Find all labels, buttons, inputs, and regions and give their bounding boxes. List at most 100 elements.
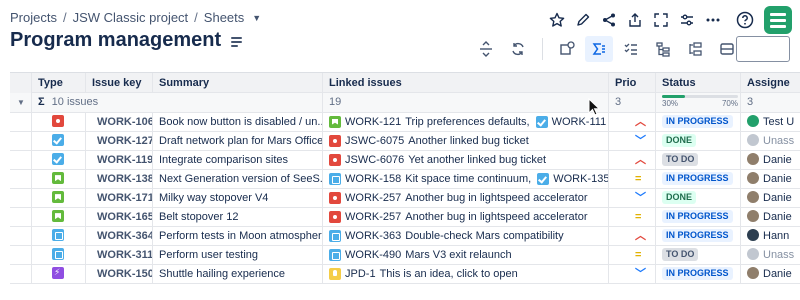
column-header-prio[interactable]: Prio bbox=[609, 73, 656, 93]
priority-cell[interactable]: ︿ bbox=[609, 113, 656, 132]
sum-icon[interactable] bbox=[585, 36, 613, 62]
issue-key[interactable]: WORK-106 bbox=[86, 113, 153, 132]
chevron-down-icon[interactable]: ▼ bbox=[252, 13, 261, 23]
linked-issues-cell[interactable]: WORK-490 Mars V3 exit relaunch bbox=[323, 246, 609, 265]
linked-issue[interactable]: JPD-1 This is an idea, click to open bbox=[329, 265, 518, 284]
status-cell[interactable]: IN PROGRESS bbox=[656, 227, 741, 246]
fullscreen-icon[interactable] bbox=[648, 7, 674, 33]
linked-issue[interactable]: WORK-158 Kit space time continuum, bbox=[329, 170, 531, 189]
group-icon[interactable] bbox=[681, 36, 709, 62]
priority-cell[interactable]: ﹀ bbox=[609, 189, 656, 208]
column-header-key[interactable]: Issue key bbox=[86, 73, 153, 93]
priority-cell[interactable]: ﹀ bbox=[609, 265, 656, 284]
linked-issue[interactable]: JSWC-6076 Yet another linked bug ticket bbox=[329, 151, 546, 170]
search-input[interactable] bbox=[736, 36, 790, 62]
add-field-icon[interactable] bbox=[553, 36, 581, 62]
issue-summary[interactable]: Book now button is disabled / un... bbox=[153, 113, 323, 132]
status-cell[interactable]: IN PROGRESS bbox=[656, 113, 741, 132]
table-row[interactable]: WORK-127 Draft network plan for Mars Offi… bbox=[10, 132, 800, 151]
linked-issues-cell[interactable]: WORK-257 Another bug in lightspeed accele… bbox=[323, 208, 609, 227]
priority-cell[interactable]: = bbox=[609, 246, 656, 265]
row-gutter[interactable] bbox=[10, 246, 32, 265]
hierarchy-icon[interactable] bbox=[649, 36, 677, 62]
help-icon[interactable] bbox=[732, 7, 758, 33]
assignee-cell[interactable]: Hann bbox=[741, 227, 800, 246]
share-icon[interactable] bbox=[596, 7, 622, 33]
breadcrumb-project[interactable]: JSW Classic project bbox=[73, 10, 189, 25]
linked-issues-cell[interactable]: JSWC-6075 Another linked bug ticket bbox=[323, 132, 609, 151]
issue-key[interactable]: WORK-119 bbox=[86, 151, 153, 170]
status-cell[interactable]: DONE bbox=[656, 189, 741, 208]
linked-issue[interactable]: WORK-490 Mars V3 exit relaunch bbox=[329, 246, 512, 265]
status-cell[interactable]: TO DO bbox=[656, 246, 741, 265]
linked-issue[interactable]: WORK-257 Another bug in lightspeed accele… bbox=[329, 189, 587, 208]
issue-key[interactable]: WORK-171 bbox=[86, 189, 153, 208]
collapse-chevron-icon[interactable]: ▼ bbox=[10, 93, 32, 112]
menu-icon[interactable] bbox=[231, 36, 243, 47]
row-gutter[interactable] bbox=[10, 170, 32, 189]
linked-issues-cell[interactable]: WORK-158 Kit space time continuum, WORK-13… bbox=[323, 170, 609, 189]
star-icon[interactable] bbox=[544, 7, 570, 33]
issue-key[interactable]: WORK-150 bbox=[86, 265, 153, 284]
table-row[interactable]: WORK-364 Perform tests in Moon atmosphere… bbox=[10, 227, 800, 246]
issue-summary[interactable]: Milky way stopover V4 bbox=[153, 189, 323, 208]
app-logo[interactable] bbox=[764, 6, 792, 34]
table-row[interactable]: WORK-106 Book now button is disabled / un… bbox=[10, 113, 800, 132]
table-row[interactable]: WORK-165 Belt stopover 12 WORK-257 Another … bbox=[10, 208, 800, 227]
linked-issue[interactable]: WORK-363 Double-check Mars compatibility bbox=[329, 227, 564, 246]
issue-key[interactable]: WORK-165 bbox=[86, 208, 153, 227]
column-header-type[interactable]: Type bbox=[32, 73, 86, 93]
row-gutter[interactable] bbox=[10, 151, 32, 170]
more-icon[interactable] bbox=[700, 7, 726, 33]
column-header-linked[interactable]: Linked issues bbox=[323, 73, 609, 93]
refresh-icon[interactable] bbox=[504, 36, 532, 62]
checklist-icon[interactable] bbox=[617, 36, 645, 62]
priority-cell[interactable]: = bbox=[609, 170, 656, 189]
assignee-cell[interactable]: Unass bbox=[741, 246, 800, 265]
table-row[interactable]: WORK-150Shuttle hailing experience JPD-1T… bbox=[10, 265, 800, 284]
priority-cell[interactable]: ︿ bbox=[609, 151, 656, 170]
issue-summary[interactable]: Perform user testing bbox=[153, 246, 323, 265]
linked-issue[interactable]: WORK-257 Another bug in lightspeed accele… bbox=[329, 208, 587, 227]
status-cell[interactable]: DONE bbox=[656, 132, 741, 151]
export-icon[interactable] bbox=[622, 7, 648, 33]
assignee-cell[interactable]: Unass bbox=[741, 132, 800, 151]
linked-issue[interactable]: WORK-135Re... bbox=[537, 170, 608, 189]
status-cell[interactable]: IN PROGRESS bbox=[656, 265, 741, 284]
priority-cell[interactable]: = bbox=[609, 208, 656, 227]
linked-issue[interactable]: WORK-121 Trip preferences defaults, bbox=[329, 113, 530, 132]
issue-key[interactable]: WORK-138 bbox=[86, 170, 153, 189]
linked-issues-cell[interactable]: JSWC-6076 Yet another linked bug ticket bbox=[323, 151, 609, 170]
column-header-summary[interactable]: Summary bbox=[153, 73, 323, 93]
issue-summary[interactable]: Shuttle hailing experience bbox=[153, 265, 323, 284]
column-header-status[interactable]: Status bbox=[656, 73, 741, 93]
assignee-cell[interactable]: Danie bbox=[741, 265, 800, 284]
issue-summary[interactable]: Next Generation version of SeeS... bbox=[153, 170, 323, 189]
assignee-cell[interactable]: Danie bbox=[741, 170, 800, 189]
row-gutter[interactable] bbox=[10, 132, 32, 151]
assignee-cell[interactable]: Danie bbox=[741, 151, 800, 170]
linked-issues-cell[interactable]: WORK-121 Trip preferences defaults, WORK-1… bbox=[323, 113, 609, 132]
table-row[interactable]: WORK-119 Integrate comparison sites JSWC-6… bbox=[10, 151, 800, 170]
assignee-cell[interactable]: Danie bbox=[741, 208, 800, 227]
issue-summary[interactable]: Perform tests in Moon atmosphere bbox=[153, 227, 323, 246]
linked-issue[interactable]: JSWC-6075 Another linked bug ticket bbox=[329, 132, 529, 151]
row-height-icon[interactable] bbox=[472, 36, 500, 62]
row-gutter[interactable] bbox=[10, 113, 32, 132]
issue-key[interactable]: WORK-311 bbox=[86, 246, 153, 265]
priority-cell[interactable]: ︿ bbox=[609, 227, 656, 246]
issue-summary[interactable]: Draft network plan for Mars Office bbox=[153, 132, 323, 151]
issue-summary[interactable]: Integrate comparison sites bbox=[153, 151, 323, 170]
row-gutter[interactable] bbox=[10, 189, 32, 208]
issue-summary[interactable]: Belt stopover 12 bbox=[153, 208, 323, 227]
settings-sliders-icon[interactable] bbox=[674, 7, 700, 33]
linked-issues-cell[interactable]: JPD-1 This is an idea, click to open bbox=[323, 265, 609, 284]
assignee-cell[interactable]: Danie bbox=[741, 189, 800, 208]
row-gutter[interactable] bbox=[10, 265, 32, 284]
table-row[interactable]: WORK-311 Perform user testing WORK-490 Mars… bbox=[10, 246, 800, 265]
column-header-assignee[interactable]: Assigne bbox=[741, 73, 800, 93]
issue-key[interactable]: WORK-127 bbox=[86, 132, 153, 151]
row-gutter[interactable] bbox=[10, 227, 32, 246]
table-row[interactable]: WORK-138 Next Generation version of SeeS.… bbox=[10, 170, 800, 189]
priority-cell[interactable]: ﹀ bbox=[609, 132, 656, 151]
